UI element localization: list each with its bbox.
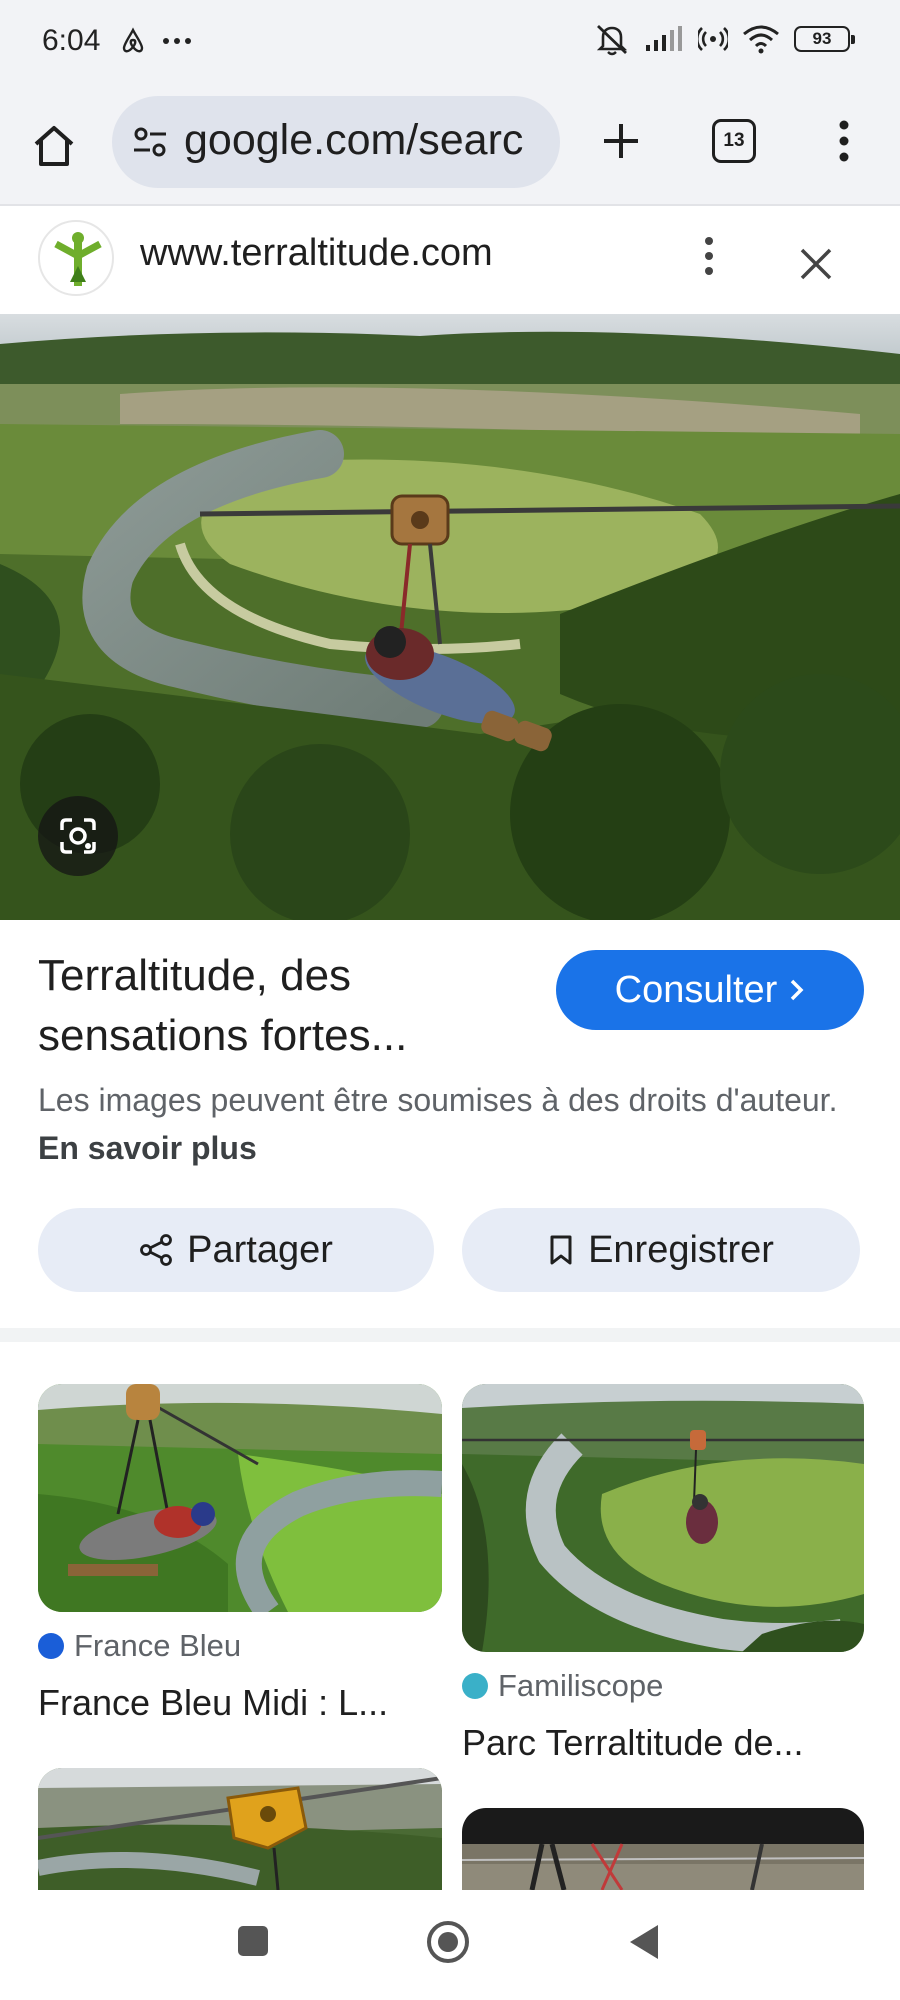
save-button[interactable]: Enregistrer [462, 1208, 860, 1292]
familiscope-logo-icon [462, 1673, 488, 1699]
consult-button[interactable]: Consulter [556, 950, 864, 1030]
consult-label: Consulter [614, 968, 778, 1011]
new-tab-icon[interactable] [596, 116, 646, 166]
site-options-icon[interactable] [694, 234, 724, 278]
site-url[interactable]: www.terraltitude.com [140, 232, 493, 275]
url-text[interactable]: google.com/searc [184, 116, 523, 165]
related-source-label: France Bleu [74, 1628, 242, 1663]
browser-toolbar: google.com/searc 13 [0, 86, 900, 206]
more-menu-icon[interactable] [826, 116, 862, 166]
status-time: 6:04 [42, 24, 101, 57]
home-nav-icon[interactable] [426, 1920, 470, 1964]
learn-more-link[interactable]: En savoir plus [38, 1130, 257, 1166]
main-result-image[interactable] [0, 314, 900, 920]
related-image-4[interactable] [462, 1808, 864, 1890]
related-image-2[interactable] [462, 1384, 864, 1652]
share-icon [140, 1234, 173, 1266]
lens-icon [60, 818, 96, 854]
recents-icon[interactable] [236, 1924, 270, 1958]
share-button[interactable]: Partager [38, 1208, 434, 1292]
france-bleu-logo-icon [38, 1633, 64, 1659]
status-bar: 6:04 93 [0, 0, 900, 86]
back-icon[interactable] [626, 1922, 662, 1962]
tab-switcher-button[interactable]: 13 [712, 119, 756, 163]
related-image-1[interactable] [38, 1384, 442, 1612]
section-divider [0, 1328, 900, 1342]
bookmark-icon [550, 1235, 572, 1265]
related-source-2[interactable]: Familiscope [462, 1668, 663, 1704]
hotspot-icon [698, 27, 728, 51]
airbnb-icon [122, 27, 144, 53]
site-header: www.terraltitude.com [0, 208, 900, 314]
close-icon[interactable] [796, 244, 836, 284]
chevron-right-icon [791, 979, 804, 1001]
address-bar[interactable]: google.com/searc [112, 96, 560, 188]
battery-indicator: 93 [794, 26, 855, 52]
related-title-2[interactable]: Parc Terraltitude de... [462, 1722, 804, 1764]
system-nav-bar [0, 1890, 900, 2000]
wifi-icon [743, 25, 779, 54]
copyright-text: Les images peuvent être soumises à des d… [38, 1082, 838, 1118]
related-source-1[interactable]: France Bleu [38, 1628, 241, 1664]
site-favicon [38, 220, 114, 296]
site-settings-icon[interactable] [130, 122, 170, 162]
copyright-notice: Les images peuvent être soumises à des d… [38, 1076, 858, 1172]
more-dots-icon [163, 38, 191, 44]
save-label: Enregistrer [588, 1228, 774, 1271]
mute-icon [596, 24, 628, 56]
signal-icon [646, 26, 682, 51]
home-icon[interactable] [28, 120, 80, 172]
share-label: Partager [187, 1228, 333, 1271]
related-source-label: Familiscope [498, 1668, 664, 1703]
google-lens-button[interactable] [38, 796, 118, 876]
related-title-1[interactable]: France Bleu Midi : L... [38, 1682, 388, 1724]
related-image-3[interactable] [38, 1768, 442, 1890]
result-title[interactable]: Terraltitude, des sensations fortes... [38, 946, 518, 1066]
